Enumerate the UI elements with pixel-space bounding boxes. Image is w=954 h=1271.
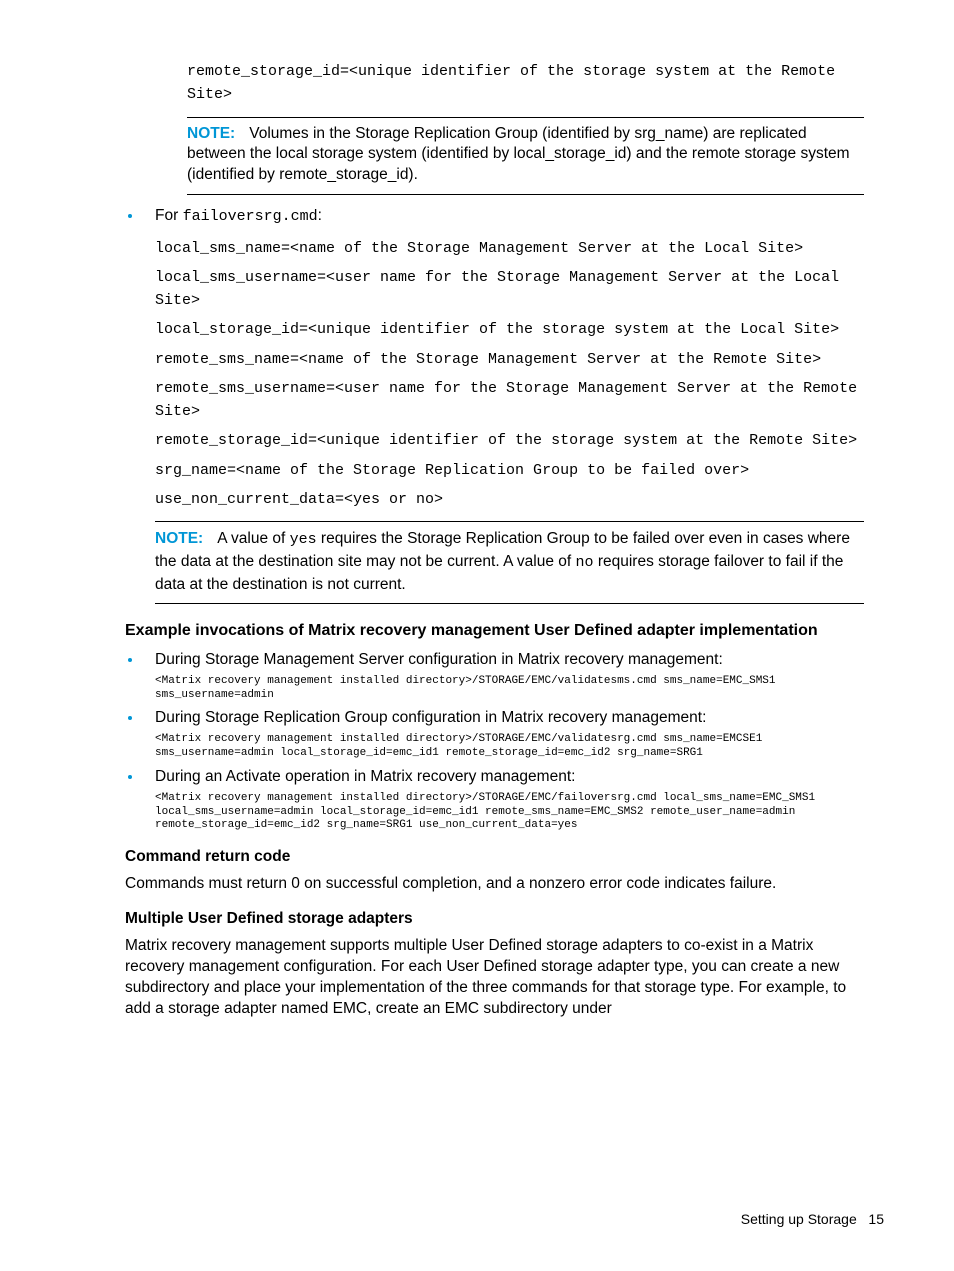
- example-code: <Matrix recovery management installed di…: [155, 733, 864, 761]
- note-text: Volumes in the Storage Replication Group…: [187, 125, 850, 184]
- heading-cmd-return: Command return code: [125, 847, 864, 868]
- failover-line: local_sms_username=<user name for the St…: [155, 266, 864, 313]
- note-label: NOTE:: [155, 530, 203, 547]
- example-code: <Matrix recovery management installed di…: [155, 675, 864, 703]
- heading-examples: Example invocations of Matrix recovery m…: [125, 620, 864, 642]
- failover-line: use_non_current_data=<yes or no>: [155, 488, 864, 511]
- failover-line: remote_storage_id=<unique identifier of …: [155, 429, 864, 452]
- example-text: During Storage Replication Group configu…: [155, 709, 706, 726]
- bullet-failover: For failoversrg.cmd: local_sms_name=<nam…: [143, 205, 864, 604]
- failover-line: remote_sms_username=<user name for the S…: [155, 377, 864, 424]
- page-footer: Setting up Storage 15: [741, 1210, 884, 1229]
- example-item: During Storage Replication Group configu…: [143, 708, 864, 760]
- failover-line: remote_sms_name=<name of the Storage Man…: [155, 348, 864, 371]
- code-remote-storage-id: remote_storage_id=<unique identifier of …: [187, 60, 864, 107]
- cmd-return-text: Commands must return 0 on successful com…: [125, 874, 864, 895]
- note2-code-yes: yes: [290, 531, 317, 548]
- failover-line: local_sms_name=<name of the Storage Mana…: [155, 237, 864, 260]
- failover-line: srg_name=<name of the Storage Replicatio…: [155, 459, 864, 482]
- example-item: During an Activate operation in Matrix r…: [143, 767, 864, 833]
- bullet-prefix: For: [155, 207, 183, 224]
- note-block-1: NOTE:Volumes in the Storage Replication …: [187, 117, 864, 196]
- example-item: During Storage Management Server configu…: [143, 650, 864, 702]
- failover-line: local_storage_id=<unique identifier of t…: [155, 318, 864, 341]
- example-code: <Matrix recovery management installed di…: [155, 792, 864, 833]
- note2-pre: A value of: [217, 530, 289, 547]
- note-label: NOTE:: [187, 125, 235, 142]
- example-text: During an Activate operation in Matrix r…: [155, 768, 575, 785]
- heading-multi-adapters: Multiple User Defined storage adapters: [125, 909, 864, 930]
- example-text: During Storage Management Server configu…: [155, 651, 723, 668]
- footer-page-number: 15: [868, 1211, 884, 1227]
- bullet-suffix: :: [318, 207, 322, 224]
- footer-section: Setting up Storage: [741, 1211, 857, 1227]
- note2-code-no: no: [576, 554, 594, 571]
- note-block-2: NOTE:A value of yes requires the Storage…: [155, 521, 864, 604]
- bullet-code: failoversrg.cmd: [183, 208, 318, 225]
- multi-adapters-text: Matrix recovery management supports mult…: [125, 936, 864, 1020]
